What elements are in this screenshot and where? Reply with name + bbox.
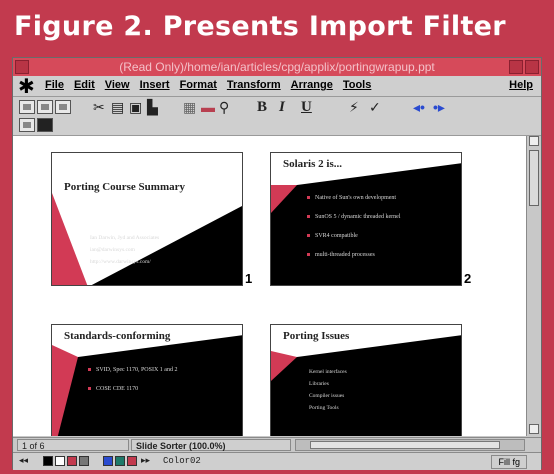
bold-button[interactable]: B [257, 100, 267, 115]
minimize-button[interactable] [509, 60, 523, 74]
menubar: ✱ File Edit View Insert Format Transform… [13, 74, 541, 99]
paste-icon[interactable]: ▣ [129, 100, 142, 114]
swatch-red[interactable] [67, 456, 77, 466]
slide-2-bullet: multi-threaded processes [307, 252, 375, 258]
cut-icon[interactable]: ✂ [93, 100, 105, 114]
menu-transform[interactable]: Transform [227, 79, 281, 91]
slide-4-line: Libraries [309, 381, 329, 387]
slide-3-bullet: SVID, Spec 1170, POSIX 1 and 2 [88, 367, 177, 373]
menu-items: File Edit View Insert Format Transform A… [45, 79, 371, 91]
slide-1-line: http://www.darwinsys.com/ [90, 259, 151, 265]
copy-icon[interactable]: ▤ [111, 100, 124, 114]
slide-thumbnail-4[interactable]: Porting Issues Kernel interfaces Librari… [270, 324, 462, 436]
next-arrow-icon[interactable]: •▸ [433, 100, 445, 114]
slide-2-title: Solaris 2 is... [283, 158, 342, 170]
star-menu-icon[interactable]: ✱ [18, 74, 35, 99]
slide-2-bullet: Native of Sun's own development [307, 195, 396, 201]
print-icon[interactable] [55, 100, 71, 114]
page-indicator: 1 of 6 [17, 439, 129, 451]
swatch-gray[interactable] [79, 456, 89, 466]
slide-1-background [52, 153, 242, 285]
slide-thumbnail-2[interactable]: Solaris 2 is... Native of Sun's own deve… [270, 152, 462, 286]
slide-2-number: 2 [464, 271, 472, 286]
italic-button[interactable]: I [279, 100, 285, 115]
slide-1-title: Porting Course Summary [64, 181, 185, 193]
slide-4-line: Kernel interfaces [309, 369, 347, 375]
maximize-button[interactable] [525, 60, 539, 74]
color-scroll-left-icon[interactable]: ◂◂ [19, 455, 28, 466]
sorter-view-icon[interactable] [37, 118, 53, 132]
swatch-white[interactable] [55, 456, 65, 466]
menu-edit[interactable]: Edit [74, 79, 95, 91]
underline-button[interactable]: U [301, 100, 312, 115]
wand-icon[interactable]: ⚡ [349, 100, 359, 114]
slide-4-line: Compiler issues [309, 393, 345, 399]
spell-check-icon[interactable]: ✓ [369, 100, 381, 114]
menu-tools[interactable]: Tools [343, 79, 372, 91]
scroll-down-icon[interactable] [529, 424, 539, 434]
table-icon[interactable]: ▦ [183, 100, 196, 114]
swatch-rose[interactable] [127, 456, 137, 466]
scroll-up-icon[interactable] [529, 136, 539, 146]
new-document-icon[interactable] [19, 100, 35, 114]
figure-title: Figure 2. Presents Import Filter [14, 11, 506, 42]
slide-icon[interactable]: ▬ [201, 100, 215, 114]
view-indicator: Slide Sorter (100.0%) [131, 439, 291, 451]
slide-4-title: Porting Issues [283, 330, 350, 342]
window-menu-button[interactable] [15, 60, 29, 74]
window-title: (Read Only)/home/ian/articles/cpg/applix… [119, 60, 435, 74]
slide-2-bullet: SVR4 compatible [307, 233, 358, 239]
slide-view-icon[interactable] [19, 118, 35, 132]
slide-1-number: 1 [245, 271, 253, 286]
previous-arrow-icon[interactable]: ◂• [413, 100, 425, 114]
menu-format[interactable]: Format [180, 79, 217, 91]
slide-1-line: ian@darwinsys.com [90, 247, 135, 253]
slide-2-bullet: SunOS 5 / dynamic threaded kernel [307, 214, 400, 220]
menu-arrange[interactable]: Arrange [291, 79, 333, 91]
vertical-scroll-thumb[interactable] [529, 150, 539, 206]
swatch-blue[interactable] [103, 456, 113, 466]
fill-fg-button[interactable]: Fill fg [491, 455, 527, 469]
swatch-teal[interactable] [115, 456, 125, 466]
menu-insert[interactable]: Insert [140, 79, 170, 91]
color-bar: ◂◂ ▸▸ Color02 Fill fg [13, 452, 541, 470]
slide-3-bullet: COSE CDE 1170 [88, 386, 138, 392]
swatch-black[interactable] [43, 456, 53, 466]
menu-help[interactable]: Help [509, 79, 533, 91]
slide-1-line: Ian Darwin, Jyd and Associates [90, 235, 160, 241]
horizontal-scrollbar[interactable] [295, 439, 525, 451]
zoom-icon[interactable]: ⚲ [219, 100, 229, 114]
color-name-label: Color02 [163, 456, 201, 466]
vertical-scrollbar[interactable] [526, 136, 541, 436]
window-titlebar[interactable]: (Read Only)/home/ian/articles/cpg/applix… [13, 58, 541, 76]
slide-4-line: Porting Tools [309, 405, 339, 411]
slide-3-title: Standards-conforming [64, 330, 171, 342]
slide-thumbnail-1[interactable]: Porting Course Summary Ian Darwin, Jyd a… [51, 152, 243, 286]
menu-view[interactable]: View [105, 79, 130, 91]
slide-sorter-area: Porting Course Summary Ian Darwin, Jyd a… [13, 136, 527, 436]
toolbar: ✂ ▤ ▣ ▙ ▦ ▬ ⚲ B I U ⚡ ✓ ◂• •▸ [13, 97, 541, 136]
open-document-icon[interactable] [37, 100, 53, 114]
slide-thumbnail-3[interactable]: Standards-conforming SVID, Spec 1170, PO… [51, 324, 243, 436]
status-bar: 1 of 6 Slide Sorter (100.0%) [13, 437, 541, 452]
format-painter-icon[interactable]: ▙ [147, 100, 158, 114]
menu-file[interactable]: File [45, 79, 64, 91]
color-scroll-right-icon[interactable]: ▸▸ [141, 455, 150, 466]
horizontal-scroll-thumb[interactable] [310, 441, 500, 449]
presents-window: (Read Only)/home/ian/articles/cpg/applix… [12, 57, 542, 470]
